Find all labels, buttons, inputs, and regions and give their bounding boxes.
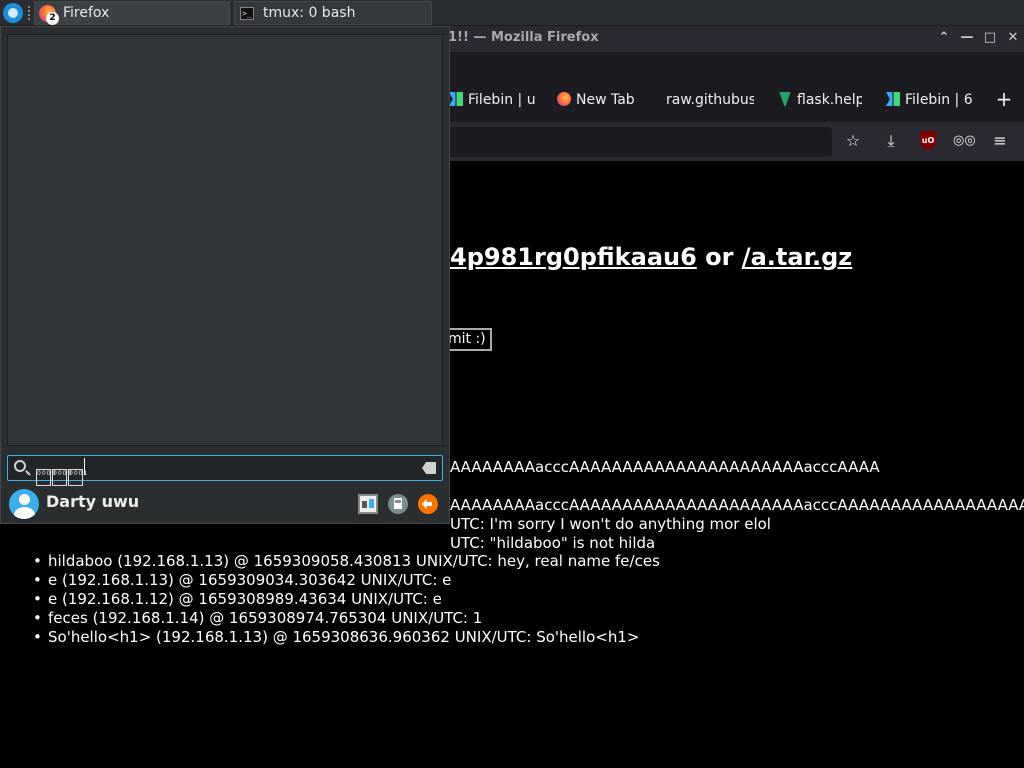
filebin-icon — [449, 92, 463, 106]
firefox-icon — [557, 92, 571, 106]
filebin-icon — [886, 92, 900, 106]
list-item: e (192.168.1.12) @ 1659308989.43634 UNIX… — [30, 590, 660, 609]
avatar[interactable] — [9, 489, 39, 519]
download-icon[interactable]: ⤓ — [880, 130, 902, 152]
application-launcher-menu: 000000000001 Darty uwu — [0, 26, 450, 524]
maximize-button[interactable]: □ — [979, 26, 1001, 50]
flask-icon — [779, 92, 791, 106]
file-link[interactable]: 4p981rg0pfikaau6 — [450, 243, 697, 271]
search-icon — [14, 460, 26, 472]
message-line: AAAAAAAAacccAAAAAAAAAAAAAAAAAAAAAAacccAA… — [450, 458, 880, 476]
tab-label: Filebin | 6 — [905, 92, 972, 108]
tab-flask-help[interactable]: flask.help — [778, 88, 862, 114]
tab-label: raw.githubus — [666, 92, 754, 108]
new-tab-button[interactable]: + — [992, 88, 1016, 112]
taskbar: 2 Firefox >_ tmux: 0 bash — [0, 0, 1024, 26]
message-list: hildaboo (192.168.1.13) @ 1659309058.430… — [30, 552, 660, 647]
page-heading: 4p981rg0pfikaau6 or /a.tar.gz — [450, 243, 852, 271]
tab-label: New Tab — [576, 92, 635, 108]
list-item: e (192.168.1.13) @ 1659309034.303642 UNI… — [30, 571, 660, 590]
terminal-icon: >_ — [240, 7, 254, 20]
tab-raw-github[interactable]: raw.githubus — [666, 88, 754, 114]
search-input[interactable]: 000000000001 — [36, 458, 87, 486]
ublock-icon[interactable]: uO — [920, 131, 936, 149]
tab-label: Filebin | u — [468, 92, 536, 108]
task-label: tmux: 0 bash — [263, 5, 356, 21]
window-count-badge: 2 — [46, 12, 59, 25]
text-caret — [84, 458, 85, 475]
menu-icon[interactable]: ≡ — [989, 130, 1011, 152]
switch-user-icon[interactable] — [358, 494, 378, 514]
clear-search-icon[interactable] — [422, 462, 436, 474]
message-line: UTC: I'm sorry I won't do anything mor e… — [450, 515, 771, 533]
logout-icon[interactable] — [418, 494, 438, 514]
list-item: feces (192.168.1.14) @ 1659308974.765304… — [30, 609, 660, 628]
keep-above-icon[interactable]: ⌃ — [933, 26, 955, 50]
tab-new-tab[interactable]: New Tab — [557, 88, 647, 114]
user-name: Darty uwu — [46, 492, 140, 511]
tab-label: flask.help — [797, 92, 862, 108]
missing-glyph-box: 0000 — [36, 469, 55, 486]
lock-icon[interactable] — [388, 494, 408, 514]
close-button[interactable]: ✕ — [1002, 26, 1024, 50]
launcher-results-area[interactable] — [7, 34, 443, 446]
submit-button[interactable]: mit :) — [448, 328, 492, 351]
message-line: AAAAAAAAacccAAAAAAAAAAAAAAAAAAAAAAacccAA… — [450, 496, 1024, 514]
tab-filebin-6[interactable]: Filebin | 6 — [886, 88, 972, 114]
launcher-search-field[interactable]: 000000000001 — [7, 455, 443, 486]
task-tmux[interactable]: >_ tmux: 0 bash — [234, 1, 432, 25]
user-bar: Darty uwu — [7, 487, 443, 519]
task-label: Firefox — [63, 5, 110, 21]
task-firefox[interactable]: 2 Firefox — [34, 1, 230, 25]
list-item: hildaboo (192.168.1.13) @ 1659309058.430… — [30, 552, 660, 571]
privacy-glasses-icon[interactable]: ◎◎ — [953, 130, 976, 152]
bookmark-star-icon[interactable]: ☆ — [842, 130, 864, 152]
window-title: 1!! — Mozilla Firefox — [448, 30, 599, 45]
minimize-button[interactable]: — — [956, 26, 978, 50]
missing-glyph-box: 0001 — [68, 469, 87, 486]
missing-glyph-box: 0000 — [52, 469, 71, 486]
heading-or: or — [696, 243, 742, 271]
taskbar-handle[interactable] — [28, 6, 30, 20]
url-bar[interactable] — [440, 127, 832, 157]
list-item: So'hello<h1> (192.168.1.13) @ 1659308636… — [30, 628, 660, 647]
archive-link[interactable]: /a.tar.gz — [742, 243, 852, 271]
message-line: UTC: "hildaboo" is not hilda — [450, 534, 656, 552]
application-launcher-icon[interactable] — [3, 3, 23, 23]
tab-filebin-u[interactable]: Filebin | u — [449, 88, 537, 114]
